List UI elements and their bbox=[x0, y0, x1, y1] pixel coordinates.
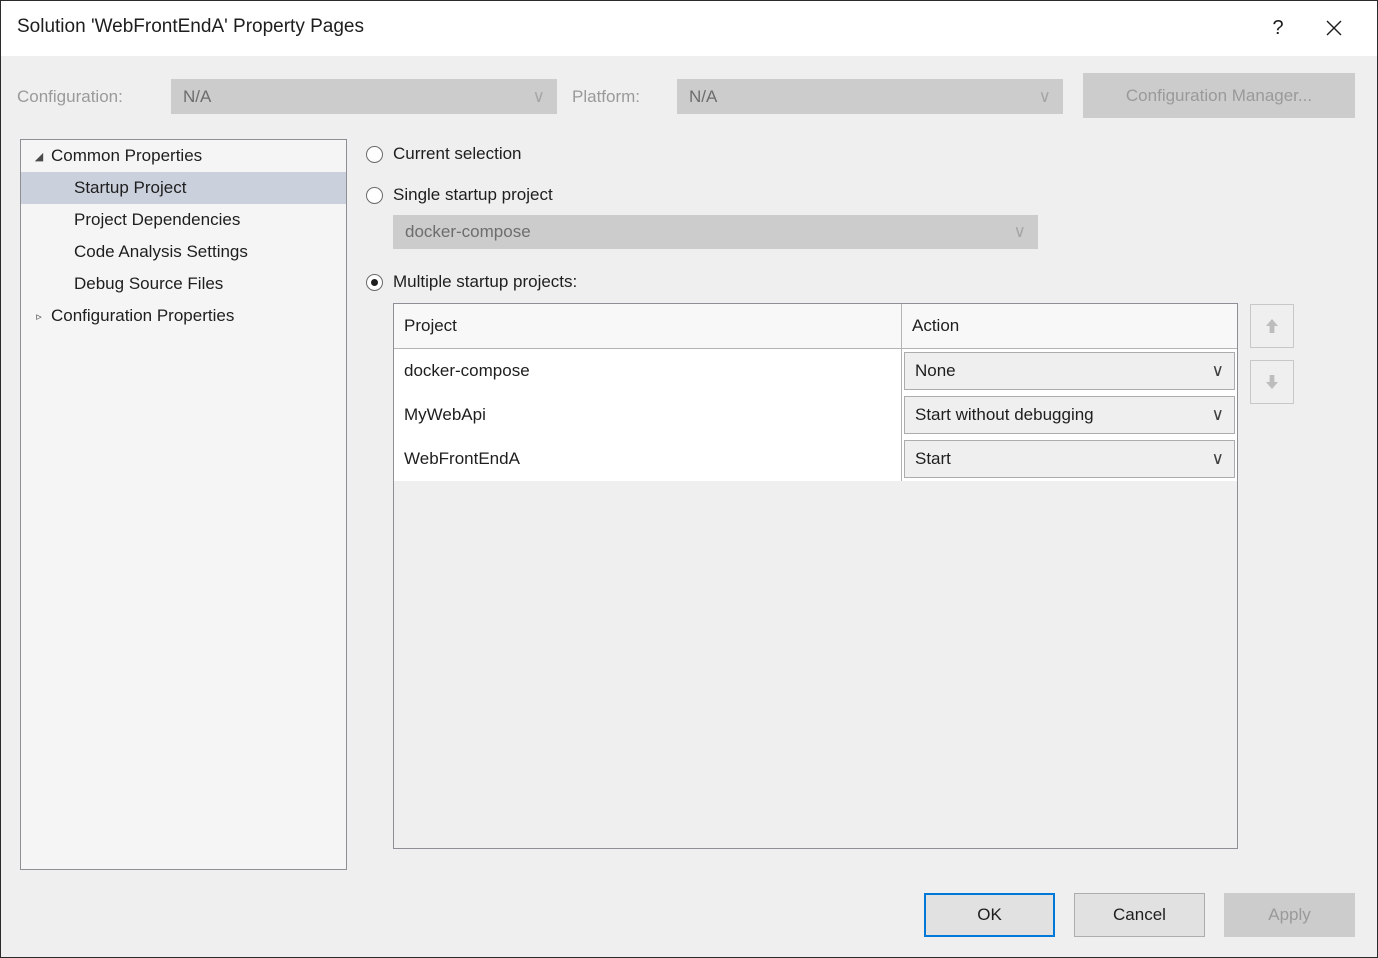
cell-action: None ∨ bbox=[902, 349, 1237, 393]
cell-action: Start without debugging ∨ bbox=[902, 393, 1237, 437]
action-select[interactable]: Start without debugging ∨ bbox=[904, 396, 1235, 434]
help-glyph: ? bbox=[1272, 17, 1283, 40]
help-icon[interactable]: ? bbox=[1255, 1, 1301, 55]
radio-current-selection[interactable]: Current selection bbox=[366, 144, 522, 164]
configuration-select[interactable]: N/A ∨ bbox=[171, 79, 557, 114]
radio-icon-selected bbox=[366, 274, 383, 291]
cancel-button[interactable]: Cancel bbox=[1074, 893, 1205, 937]
table-row[interactable]: MyWebApi Start without debugging ∨ bbox=[394, 393, 1237, 437]
radio-label: Multiple startup projects: bbox=[393, 272, 577, 292]
startup-projects-table: Project Action docker-compose None ∨ MyW… bbox=[393, 303, 1238, 849]
platform-select[interactable]: N/A ∨ bbox=[677, 79, 1063, 114]
cell-action: Start ∨ bbox=[902, 437, 1237, 481]
cell-project-name: MyWebApi bbox=[394, 393, 902, 437]
cell-project-name: docker-compose bbox=[394, 349, 902, 393]
radio-icon bbox=[366, 146, 383, 163]
chevron-down-icon: ∨ bbox=[1212, 361, 1224, 381]
triangle-right-icon: ▹ bbox=[29, 310, 49, 323]
properties-tree: ◢ Common Properties Startup Project Proj… bbox=[20, 139, 347, 870]
action-select[interactable]: None ∨ bbox=[904, 352, 1235, 390]
action-value: Start without debugging bbox=[915, 405, 1094, 425]
close-glyph bbox=[1324, 18, 1344, 38]
configuration-manager-button[interactable]: Configuration Manager... bbox=[1083, 73, 1355, 118]
tree-item-code-analysis-settings[interactable]: Code Analysis Settings bbox=[21, 236, 346, 268]
radio-label: Single startup project bbox=[393, 185, 553, 205]
title-bar: Solution 'WebFrontEndA' Property Pages ? bbox=[1, 1, 1377, 56]
platform-value: N/A bbox=[689, 87, 717, 107]
action-select[interactable]: Start ∨ bbox=[904, 440, 1235, 478]
apply-button[interactable]: Apply bbox=[1224, 893, 1355, 937]
table-row[interactable]: WebFrontEndA Start ∨ bbox=[394, 437, 1237, 481]
tree-item-label: Common Properties bbox=[51, 146, 202, 166]
tree-item-label: Startup Project bbox=[74, 178, 186, 198]
move-down-button[interactable] bbox=[1250, 360, 1294, 404]
tree-item-label: Configuration Properties bbox=[51, 306, 234, 326]
column-header-project: Project bbox=[394, 304, 902, 348]
ok-button[interactable]: OK bbox=[924, 893, 1055, 937]
table-header-row: Project Action bbox=[394, 304, 1237, 349]
chevron-down-icon: ∨ bbox=[1014, 222, 1026, 242]
chevron-down-icon: ∨ bbox=[533, 87, 545, 107]
platform-label: Platform: bbox=[572, 87, 640, 107]
radio-icon bbox=[366, 187, 383, 204]
arrow-down-icon bbox=[1261, 371, 1283, 393]
tree-item-common-properties[interactable]: ◢ Common Properties bbox=[21, 140, 346, 172]
dialog-title: Solution 'WebFrontEndA' Property Pages bbox=[17, 16, 364, 38]
property-pages-dialog: Solution 'WebFrontEndA' Property Pages ?… bbox=[0, 0, 1378, 958]
single-startup-project-value: docker-compose bbox=[405, 222, 531, 242]
tree-item-label: Code Analysis Settings bbox=[74, 242, 248, 262]
action-value: Start bbox=[915, 449, 951, 469]
configuration-value: N/A bbox=[183, 87, 211, 107]
triangle-down-icon: ◢ bbox=[29, 150, 49, 163]
tree-item-project-dependencies[interactable]: Project Dependencies bbox=[21, 204, 346, 236]
tree-item-configuration-properties[interactable]: ▹ Configuration Properties bbox=[21, 300, 346, 332]
tree-item-debug-source-files[interactable]: Debug Source Files bbox=[21, 268, 346, 300]
arrow-up-icon bbox=[1261, 315, 1283, 337]
tree-item-startup-project[interactable]: Startup Project bbox=[21, 172, 346, 204]
chevron-down-icon: ∨ bbox=[1212, 405, 1224, 425]
single-startup-project-select[interactable]: docker-compose ∨ bbox=[393, 215, 1038, 249]
action-value: None bbox=[915, 361, 956, 381]
configuration-label: Configuration: bbox=[17, 87, 123, 107]
column-header-action: Action bbox=[902, 304, 1237, 348]
close-icon[interactable] bbox=[1311, 1, 1357, 55]
radio-multiple-startup-projects[interactable]: Multiple startup projects: bbox=[366, 272, 577, 292]
move-up-button[interactable] bbox=[1250, 304, 1294, 348]
cell-project-name: WebFrontEndA bbox=[394, 437, 902, 481]
chevron-down-icon: ∨ bbox=[1039, 87, 1051, 107]
tree-item-label: Project Dependencies bbox=[74, 210, 240, 230]
table-row[interactable]: docker-compose None ∨ bbox=[394, 349, 1237, 393]
radio-label: Current selection bbox=[393, 144, 522, 164]
chevron-down-icon: ∨ bbox=[1212, 449, 1224, 469]
tree-item-label: Debug Source Files bbox=[74, 274, 223, 294]
radio-single-startup-project[interactable]: Single startup project bbox=[366, 185, 553, 205]
